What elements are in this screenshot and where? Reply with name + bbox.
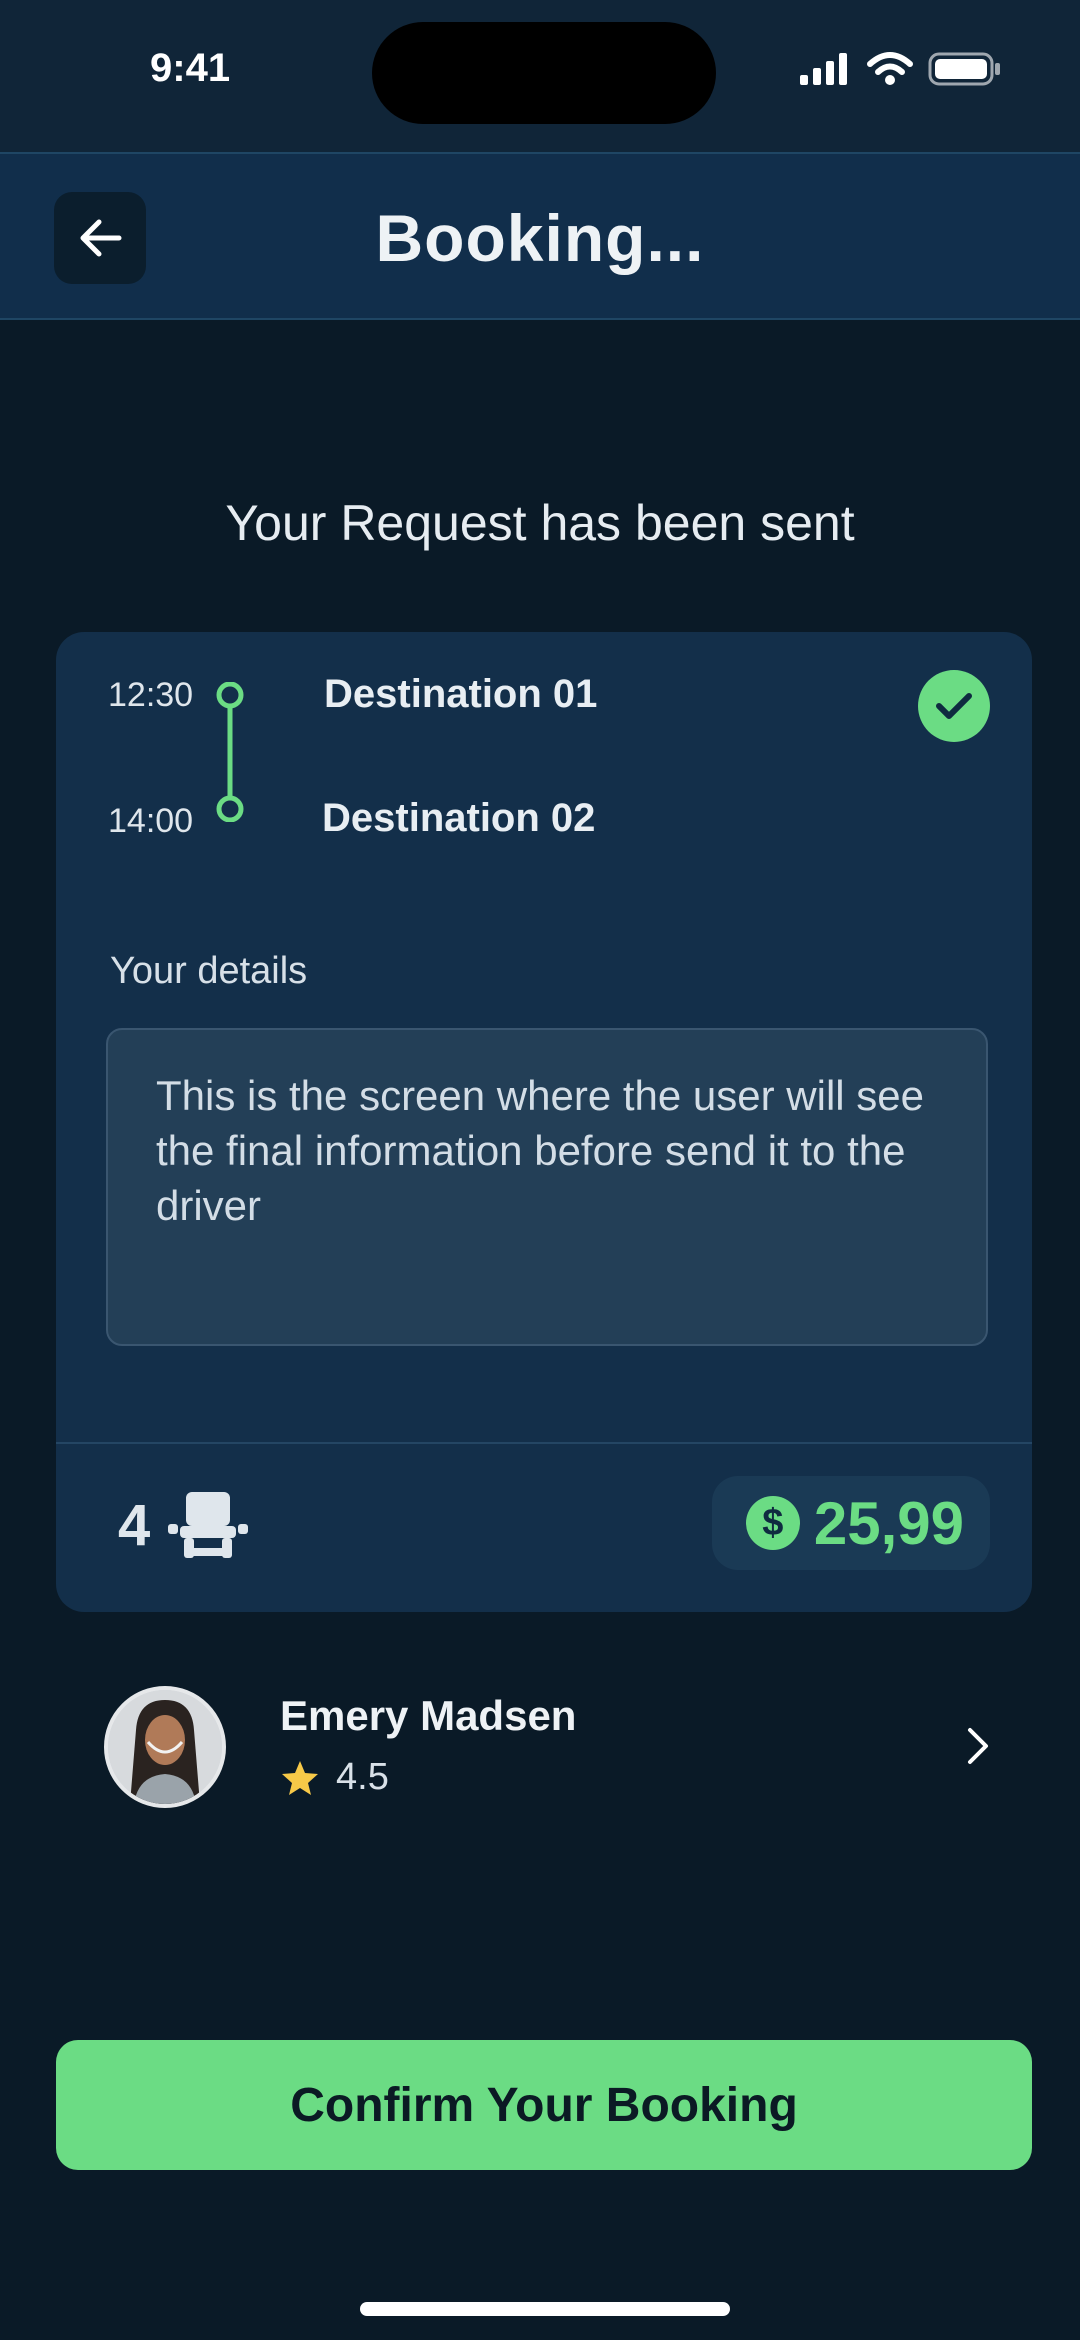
seat-count: 4 <box>118 1492 151 1558</box>
dynamic-island <box>372 22 716 124</box>
star-icon <box>282 1760 318 1795</box>
avatar <box>104 1686 226 1808</box>
status-time: 9:41 <box>150 46 231 90</box>
wifi-icon <box>867 52 913 85</box>
driver-rating: 4.5 <box>280 1756 389 1799</box>
route-line-icon <box>216 682 244 822</box>
status-icons <box>800 52 1002 86</box>
seat-icon <box>168 1492 249 1558</box>
dropoff-time: 14:00 <box>108 802 194 840</box>
price-value: 25,99 <box>813 1489 964 1557</box>
driver-row[interactable]: Emery Madsen 4.5 <box>104 1686 1004 1810</box>
card-divider <box>56 1442 1032 1444</box>
page-title: Booking... <box>375 201 705 275</box>
seat-info: 4 <box>118 1490 250 1560</box>
details-textarea[interactable]: This is the screen where the user will s… <box>106 1028 988 1346</box>
driver-name: Emery Madsen <box>280 1692 577 1739</box>
details-label: Your details <box>110 950 308 992</box>
chevron-right-icon <box>968 1728 988 1764</box>
battery-icon <box>928 52 1000 86</box>
dollar-icon: $ <box>745 1496 800 1550</box>
booking-summary-card: 12:30 14:00 Destination 01 Destination 0… <box>56 632 1032 1612</box>
check-icon <box>918 670 990 742</box>
app-header: Booking... <box>0 152 1080 320</box>
request-status-title: Your Request has been sent <box>225 495 855 551</box>
status-bar: 9:41 <box>0 0 1080 152</box>
confirm-booking-button[interactable]: Confirm Your Booking <box>56 2040 1032 2170</box>
dropoff-destination: Destination 02 <box>322 796 596 840</box>
pickup-destination: Destination 01 <box>324 672 598 716</box>
signal-icon <box>800 53 847 85</box>
rating-value: 4.5 <box>336 1756 389 1798</box>
home-indicator[interactable] <box>360 2302 730 2316</box>
price-badge: $ 25,99 <box>711 1476 990 1570</box>
pickup-time: 12:30 <box>108 676 194 714</box>
